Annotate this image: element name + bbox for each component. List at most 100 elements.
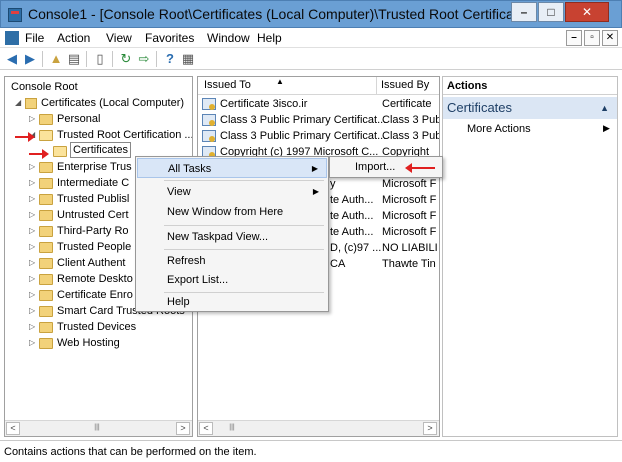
menu-item-view[interactable]: View ▶ xyxy=(137,182,327,202)
annotation-arrow-icon xyxy=(405,163,435,173)
folder-icon xyxy=(39,114,53,125)
menu-item-label: Refresh xyxy=(167,255,206,267)
list-header: Issued To ▲ Issued By xyxy=(198,77,439,95)
submenu-arrow-icon[interactable]: ▶ xyxy=(603,123,610,134)
mdi-restore-button[interactable]: ▫ xyxy=(584,30,600,46)
sort-ascending-icon: ▲ xyxy=(276,77,284,86)
menu-item-label: Export List... xyxy=(167,274,229,286)
expand-icon[interactable]: ▷ xyxy=(29,191,37,207)
open-folder-icon xyxy=(53,146,67,157)
actions-pane: Actions Certificates ▲ More Actions ▶ xyxy=(442,76,618,437)
issued-to: D, (c)97 ... xyxy=(330,242,382,254)
folder-icon xyxy=(39,226,53,237)
scroll-left-icon[interactable]: < xyxy=(6,422,20,435)
list-horizontal-scrollbar[interactable]: < ||| > xyxy=(198,420,439,436)
menu-bar: File Action View Favorites Window Help –… xyxy=(0,28,622,48)
folder-icon xyxy=(39,306,53,317)
scroll-thumb[interactable]: ||| xyxy=(93,424,101,431)
more-actions-link[interactable]: More Actions xyxy=(467,123,531,135)
menu-help[interactable]: Help xyxy=(257,31,282,45)
refresh-icon[interactable]: ↻ xyxy=(118,51,134,67)
tree-item-label: Certificates xyxy=(70,142,132,158)
expand-icon[interactable]: ▷ xyxy=(29,335,37,351)
menu-favorites[interactable]: Favorites xyxy=(145,31,194,45)
console-menu-icon[interactable] xyxy=(5,31,19,45)
tree-item-label: Untrusted Cert xyxy=(57,209,129,221)
menu-item-label: New Window from Here xyxy=(167,206,284,218)
help-icon[interactable]: ? xyxy=(162,51,178,67)
menu-file[interactable]: File xyxy=(25,31,44,45)
context-menu: All Tasks ▶ View ▶ New Window from Here … xyxy=(135,156,329,312)
menu-item-help[interactable]: Help xyxy=(137,294,327,311)
issued-to: te Auth... xyxy=(330,194,374,206)
scroll-thumb[interactable]: ||| xyxy=(228,424,236,431)
expand-icon[interactable]: ▷ xyxy=(29,111,37,127)
show-hide-action-icon[interactable]: ▦ xyxy=(180,51,196,67)
back-icon[interactable]: ◀ xyxy=(4,51,20,67)
scroll-left-icon[interactable]: < xyxy=(199,422,213,435)
close-button[interactable]: ✕ xyxy=(565,2,609,22)
certificate-icon xyxy=(202,98,216,110)
issued-to: y xyxy=(330,178,336,190)
expand-icon[interactable]: ▷ xyxy=(29,303,37,319)
actions-section-certificates[interactable]: Certificates ▲ xyxy=(443,97,617,119)
folder-icon xyxy=(39,242,53,253)
menu-separator xyxy=(164,225,324,226)
expand-icon[interactable]: ▷ xyxy=(29,175,37,191)
toolbar-separator xyxy=(156,51,157,67)
issued-by: Class 3 Pub xyxy=(382,114,440,126)
issued-to: te Auth... xyxy=(330,226,374,238)
scroll-right-icon[interactable]: > xyxy=(176,422,190,435)
menu-item-export-list[interactable]: Export List... xyxy=(137,270,327,290)
collapse-up-icon[interactable]: ▲ xyxy=(600,97,609,119)
show-hide-tree-icon[interactable]: ▤ xyxy=(66,51,82,67)
expand-icon[interactable]: ▷ xyxy=(29,271,37,287)
folder-icon xyxy=(39,210,53,221)
toolbar-separator xyxy=(112,51,113,67)
forward-icon[interactable]: ▶ xyxy=(22,51,38,67)
expand-icon[interactable]: ▷ xyxy=(29,207,37,223)
mdi-close-button[interactable]: ✕ xyxy=(602,30,618,46)
folder-icon xyxy=(39,178,53,189)
menu-item-label: View xyxy=(167,186,191,198)
minimize-button[interactable]: – xyxy=(511,2,537,22)
folder-icon xyxy=(39,290,53,301)
mdi-minimize-button[interactable]: – xyxy=(566,30,582,46)
menu-window[interactable]: Window xyxy=(207,31,250,45)
properties-icon[interactable]: ▯ xyxy=(92,51,108,67)
menu-action[interactable]: Action xyxy=(57,31,90,45)
certificate-icon xyxy=(202,114,216,126)
menu-view[interactable]: View xyxy=(106,31,132,45)
more-actions-label: More Actions xyxy=(467,123,531,135)
tree-item-label: Trusted Devices xyxy=(57,321,137,333)
actions-header: Actions xyxy=(443,77,617,95)
expand-icon[interactable]: ▷ xyxy=(29,223,37,239)
column-divider[interactable] xyxy=(376,77,377,95)
maximize-button[interactable]: □ xyxy=(538,2,564,22)
menu-item-all-tasks[interactable]: All Tasks ▶ xyxy=(137,158,327,178)
export-icon[interactable]: ⇨ xyxy=(136,51,152,67)
expand-icon[interactable]: ▷ xyxy=(29,319,37,335)
column-issued-to[interactable]: Issued To xyxy=(204,79,251,91)
menu-item-label: Import... xyxy=(355,161,396,173)
issued-to: CA xyxy=(330,258,346,270)
submenu-arrow-icon: ▶ xyxy=(311,164,318,173)
menu-item-new-taskpad[interactable]: New Taskpad View... xyxy=(137,227,327,247)
annotation-arrow-icon xyxy=(15,132,35,142)
expand-icon[interactable]: ▷ xyxy=(29,255,37,271)
issued-by: Microsoft F xyxy=(382,226,437,238)
expand-icon[interactable]: ▷ xyxy=(29,287,37,303)
menu-item-refresh[interactable]: Refresh xyxy=(137,251,327,271)
tree-item-label: Certificates (Local Computer) xyxy=(41,97,185,109)
expand-icon[interactable]: ▷ xyxy=(29,159,37,175)
tree-horizontal-scrollbar[interactable]: < ||| > xyxy=(5,420,192,436)
expand-icon[interactable]: ▷ xyxy=(29,239,37,255)
tree-item-label: Certificate Enro xyxy=(57,289,133,301)
folder-icon xyxy=(39,162,53,173)
up-folder-icon[interactable]: ▲ xyxy=(48,51,64,67)
collapse-icon[interactable]: ◢ xyxy=(15,95,23,111)
tree-item-label: Trusted Publisl xyxy=(57,193,130,205)
column-issued-by[interactable]: Issued By xyxy=(381,79,429,91)
scroll-right-icon[interactable]: > xyxy=(423,422,437,435)
menu-item-new-window[interactable]: New Window from Here xyxy=(137,202,327,222)
